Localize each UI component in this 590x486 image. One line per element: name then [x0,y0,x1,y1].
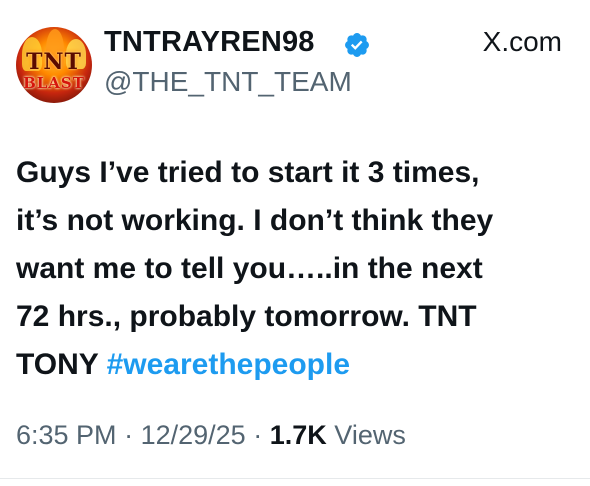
tweet-text-tail: TONY [16,348,107,381]
tweet-meta: 6:35 PM · 12/29/25 · 1.7K Views [16,420,406,451]
user-handle[interactable]: @THE_TNT_TEAM [104,66,352,98]
meta-separator: · [124,420,134,450]
tweet-card: TNT BLAST TNTRAYREN98 @THE_TNT_TEAM X.co… [0,0,590,486]
divider [0,478,590,486]
tweet-date[interactable]: 12/29/25 [141,420,246,450]
tweet-text-line-last: TONY #wearethepeople [16,341,576,389]
tweet-text: Guys I’ve tried to start it 3 times, it’… [16,149,576,389]
source-label: X.com [483,26,562,58]
tweet-text-line: 72 hrs., probably tomorrow. TNT [16,300,477,333]
hashtag-link[interactable]: #wearethepeople [107,348,350,381]
avatar-logo-text: TNT [26,49,82,75]
tweet-text-line: want me to tell you…..in the next [16,252,483,285]
tweet-text-line: Guys I’ve tried to start it 3 times, [16,156,480,189]
views-count[interactable]: 1.7K [270,420,327,450]
meta-separator: · [253,420,263,450]
tweet-text-line: it’s not working. I don’t think they [16,204,494,237]
source-text: X.com [482,26,562,57]
avatar[interactable]: TNT BLAST [16,27,92,103]
verified-badge-icon [345,33,369,57]
views-label: Views [334,420,406,450]
avatar-logo-subtext: BLAST [23,74,85,92]
display-name[interactable]: TNTRAYREN98 [104,26,315,59]
tweet-time[interactable]: 6:35 PM [16,420,117,450]
